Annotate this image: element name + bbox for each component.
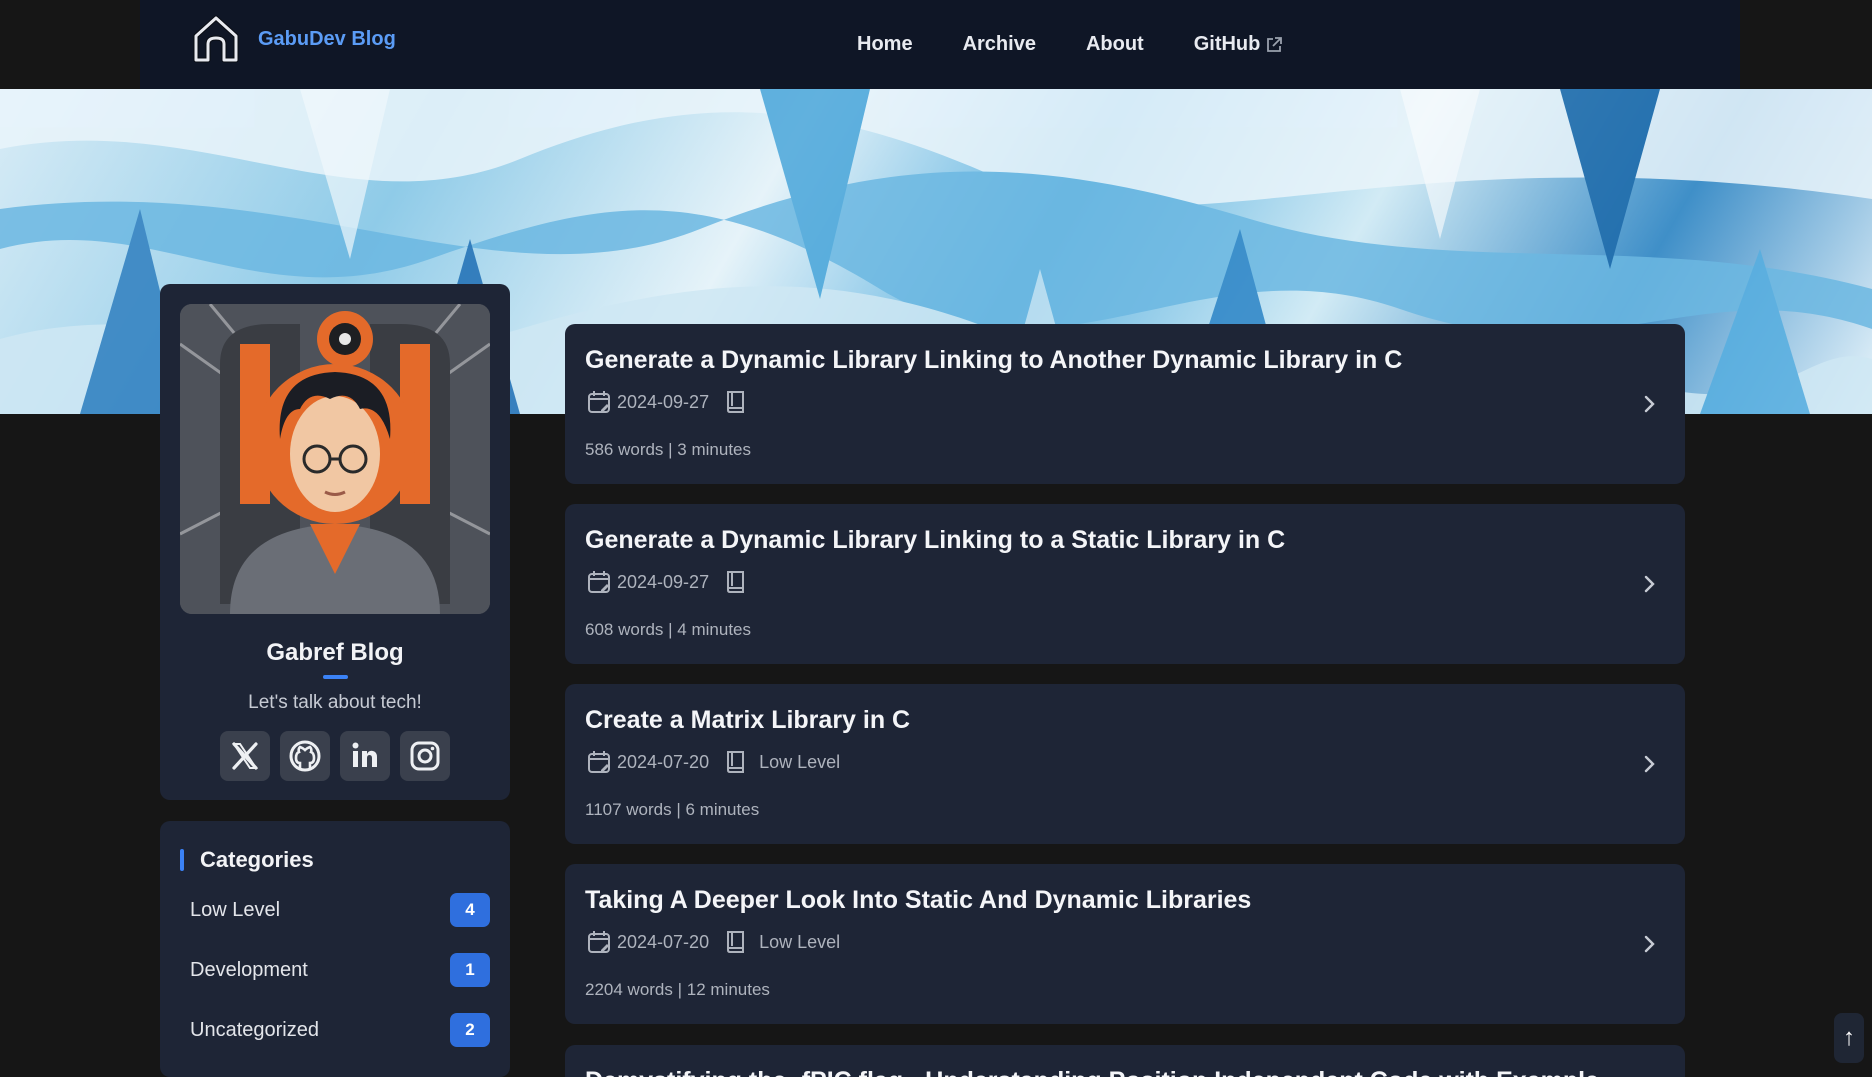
brand-name[interactable]: GabuDev Blog bbox=[258, 28, 396, 51]
post-stats: 1107 words | 6 minutes bbox=[585, 800, 760, 819]
book-icon bbox=[727, 571, 745, 593]
post-title[interactable]: Generate a Dynamic Library Linking to a … bbox=[585, 526, 1285, 555]
profile-name: Gabref Blog bbox=[266, 639, 404, 666]
post-meta: 2024-07-20 Low Level bbox=[585, 928, 840, 956]
nav-github-label: GitHub bbox=[1193, 33, 1261, 55]
name-underline bbox=[323, 675, 348, 679]
post-meta: 2024-07-20 Low Level bbox=[585, 748, 840, 776]
chevron-right-icon bbox=[1644, 935, 1655, 953]
profile-tagline: Let's talk about tech! bbox=[248, 692, 422, 713]
calendar-edit-icon bbox=[588, 571, 610, 593]
post-date: 2024-09-27 bbox=[617, 391, 710, 412]
home-logo-icon bbox=[193, 15, 239, 63]
post-title[interactable]: Taking A Deeper Look Into Static And Dyn… bbox=[585, 886, 1251, 915]
avatar-illustration bbox=[180, 304, 490, 614]
social-links bbox=[220, 731, 460, 781]
post-date: 2024-07-20 bbox=[617, 931, 710, 952]
linkedin-social-button[interactable] bbox=[340, 731, 390, 781]
category-count-badge: 4 bbox=[450, 893, 490, 927]
post-category[interactable]: Low Level bbox=[759, 932, 840, 953]
post-card[interactable]: Generate a Dynamic Library Linking to An… bbox=[565, 324, 1685, 484]
post-meta: 2024-09-27 bbox=[585, 568, 759, 596]
nav-home-link[interactable]: Home bbox=[857, 33, 913, 56]
x-icon bbox=[232, 742, 258, 770]
post-title[interactable]: Generate a Dynamic Library Linking to An… bbox=[585, 346, 1402, 375]
category-item-uncategorized[interactable]: Uncategorized 2 bbox=[190, 1010, 490, 1050]
calendar-edit-icon bbox=[588, 931, 610, 953]
nav-about-link[interactable]: About bbox=[1086, 33, 1144, 56]
x-social-button[interactable] bbox=[220, 731, 270, 781]
nav-github-link[interactable]: GitHub bbox=[1194, 33, 1284, 56]
book-icon bbox=[727, 391, 745, 413]
post-title[interactable]: Demystifying the -fPIC flag - Understand… bbox=[585, 1067, 1599, 1077]
category-label: Uncategorized bbox=[190, 1018, 319, 1041]
instagram-social-button[interactable] bbox=[400, 731, 450, 781]
top-navbar: GabuDev Blog Home Archive About GitHub bbox=[140, 0, 1740, 89]
nav-links: Home Archive About GitHub bbox=[857, 0, 1333, 89]
post-card[interactable]: Taking A Deeper Look Into Static And Dyn… bbox=[565, 864, 1685, 1024]
category-item-low-level[interactable]: Low Level 4 bbox=[190, 890, 490, 930]
external-link-icon bbox=[1267, 36, 1283, 52]
nav-archive-link[interactable]: Archive bbox=[963, 33, 1036, 56]
categories-title: Categories bbox=[180, 847, 314, 873]
category-item-development[interactable]: Development 1 bbox=[190, 950, 490, 990]
post-card-partial[interactable]: Demystifying the -fPIC flag - Understand… bbox=[565, 1045, 1685, 1077]
post-stats: 586 words | 3 minutes bbox=[585, 440, 751, 459]
book-icon bbox=[727, 751, 745, 773]
profile-card: Gabref Blog Let's talk about tech! bbox=[160, 284, 510, 800]
book-icon bbox=[727, 931, 745, 953]
category-count-badge: 2 bbox=[450, 1013, 490, 1047]
chevron-right-icon bbox=[1644, 575, 1655, 593]
post-title[interactable]: Create a Matrix Library in C bbox=[585, 706, 910, 735]
post-date: 2024-09-27 bbox=[617, 571, 710, 592]
post-card[interactable]: Create a Matrix Library in C 2024-07-20 … bbox=[565, 684, 1685, 844]
post-meta: 2024-09-27 bbox=[585, 388, 759, 416]
github-icon bbox=[289, 740, 321, 772]
avatar bbox=[180, 304, 490, 614]
chevron-right-icon bbox=[1644, 395, 1655, 413]
post-date: 2024-07-20 bbox=[617, 751, 710, 772]
category-label: Development bbox=[190, 958, 308, 981]
post-category[interactable]: Low Level bbox=[759, 752, 840, 773]
category-count-badge: 1 bbox=[450, 953, 490, 987]
calendar-edit-icon bbox=[588, 751, 610, 773]
linkedin-icon bbox=[352, 742, 377, 767]
post-stats: 2204 words | 12 minutes bbox=[585, 980, 770, 999]
category-label: Low Level bbox=[190, 898, 281, 921]
instagram-icon bbox=[410, 741, 440, 771]
categories-card: Categories Low Level 4 Development 1 Unc… bbox=[160, 821, 510, 1077]
post-card[interactable]: Generate a Dynamic Library Linking to a … bbox=[565, 504, 1685, 664]
brand[interactable]: GabuDev Blog bbox=[192, 14, 396, 64]
github-social-button[interactable] bbox=[280, 731, 330, 781]
chevron-right-icon bbox=[1644, 755, 1655, 773]
calendar-edit-icon bbox=[588, 391, 610, 413]
back-to-top-button[interactable]: ↑ bbox=[1834, 1013, 1864, 1063]
post-stats: 608 words | 4 minutes bbox=[585, 620, 751, 639]
